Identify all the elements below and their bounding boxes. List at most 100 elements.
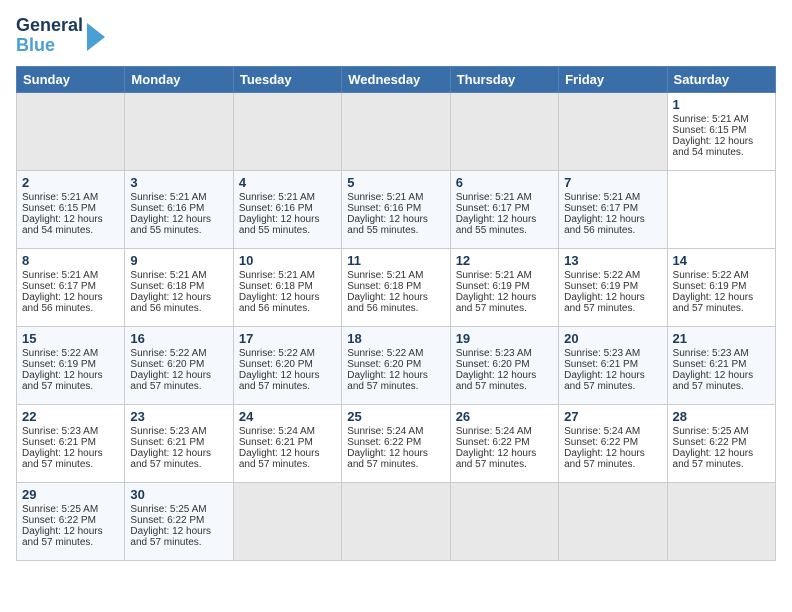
day-number: 9 — [130, 253, 227, 268]
daylight-label: Daylight: 12 hours and 55 minutes. — [239, 214, 320, 236]
day-number: 5 — [347, 175, 444, 190]
sunrise-text: Sunrise: 5:21 AM — [347, 192, 423, 203]
logo-arrow-icon — [87, 23, 105, 51]
column-header-tuesday: Tuesday — [233, 66, 341, 92]
sunrise-text: Sunrise: 5:22 AM — [347, 348, 423, 359]
day-number: 23 — [130, 409, 227, 424]
daylight-label: Daylight: 12 hours and 55 minutes. — [347, 214, 428, 236]
calendar-day-cell: 21 Sunrise: 5:23 AM Sunset: 6:21 PM Dayl… — [667, 326, 775, 404]
sunrise-text: Sunrise: 5:21 AM — [564, 192, 640, 203]
empty-cell — [450, 92, 558, 170]
sunrise-text: Sunrise: 5:21 AM — [456, 192, 532, 203]
sunrise-text: Sunrise: 5:21 AM — [22, 192, 98, 203]
daylight-label: Daylight: 12 hours and 56 minutes. — [239, 292, 320, 314]
calendar-day-cell: 18 Sunrise: 5:22 AM Sunset: 6:20 PM Dayl… — [342, 326, 450, 404]
sunset-text: Sunset: 6:16 PM — [239, 203, 313, 214]
sunset-text: Sunset: 6:20 PM — [130, 359, 204, 370]
daylight-label: Daylight: 12 hours and 57 minutes. — [22, 448, 103, 470]
daylight-label: Daylight: 12 hours and 57 minutes. — [673, 370, 754, 392]
calendar-day-cell: 13 Sunrise: 5:22 AM Sunset: 6:19 PM Dayl… — [559, 248, 667, 326]
sunrise-text: Sunrise: 5:25 AM — [22, 504, 98, 515]
daylight-label: Daylight: 12 hours and 57 minutes. — [239, 370, 320, 392]
calendar-day-cell: 16 Sunrise: 5:22 AM Sunset: 6:20 PM Dayl… — [125, 326, 233, 404]
empty-cell — [233, 92, 341, 170]
sunset-text: Sunset: 6:21 PM — [22, 437, 96, 448]
empty-cell — [559, 482, 667, 560]
daylight-label: Daylight: 12 hours and 57 minutes. — [564, 448, 645, 470]
sunrise-text: Sunrise: 5:21 AM — [456, 270, 532, 281]
column-header-saturday: Saturday — [667, 66, 775, 92]
sunset-text: Sunset: 6:19 PM — [22, 359, 96, 370]
calendar-day-cell: 23 Sunrise: 5:23 AM Sunset: 6:21 PM Dayl… — [125, 404, 233, 482]
sunset-text: Sunset: 6:16 PM — [130, 203, 204, 214]
calendar-day-cell: 22 Sunrise: 5:23 AM Sunset: 6:21 PM Dayl… — [17, 404, 125, 482]
daylight-label: Daylight: 12 hours and 57 minutes. — [456, 448, 537, 470]
daylight-label: Daylight: 12 hours and 57 minutes. — [130, 526, 211, 548]
day-number: 14 — [673, 253, 770, 268]
column-header-friday: Friday — [559, 66, 667, 92]
column-header-wednesday: Wednesday — [342, 66, 450, 92]
sunset-text: Sunset: 6:21 PM — [130, 437, 204, 448]
sunrise-text: Sunrise: 5:21 AM — [239, 270, 315, 281]
column-header-sunday: Sunday — [17, 66, 125, 92]
sunset-text: Sunset: 6:19 PM — [456, 281, 530, 292]
calendar-day-cell: 20 Sunrise: 5:23 AM Sunset: 6:21 PM Dayl… — [559, 326, 667, 404]
sunset-text: Sunset: 6:17 PM — [456, 203, 530, 214]
sunset-text: Sunset: 6:20 PM — [239, 359, 313, 370]
daylight-label: Daylight: 12 hours and 57 minutes. — [130, 370, 211, 392]
day-number: 21 — [673, 331, 770, 346]
daylight-label: Daylight: 12 hours and 54 minutes. — [22, 214, 103, 236]
column-header-thursday: Thursday — [450, 66, 558, 92]
daylight-label: Daylight: 12 hours and 57 minutes. — [456, 292, 537, 314]
sunset-text: Sunset: 6:22 PM — [22, 515, 96, 526]
calendar-day-cell: 27 Sunrise: 5:24 AM Sunset: 6:22 PM Dayl… — [559, 404, 667, 482]
day-number: 17 — [239, 331, 336, 346]
sunset-text: Sunset: 6:20 PM — [456, 359, 530, 370]
day-number: 27 — [564, 409, 661, 424]
day-number: 24 — [239, 409, 336, 424]
calendar-day-cell: 3 Sunrise: 5:21 AM Sunset: 6:16 PM Dayli… — [125, 170, 233, 248]
daylight-label: Daylight: 12 hours and 57 minutes. — [673, 292, 754, 314]
day-number: 12 — [456, 253, 553, 268]
sunrise-text: Sunrise: 5:21 AM — [673, 114, 749, 125]
sunrise-text: Sunrise: 5:23 AM — [22, 426, 98, 437]
daylight-label: Daylight: 12 hours and 56 minutes. — [130, 292, 211, 314]
empty-cell — [559, 92, 667, 170]
calendar-week-row: 2 Sunrise: 5:21 AM Sunset: 6:15 PM Dayli… — [17, 170, 776, 248]
sunrise-text: Sunrise: 5:24 AM — [347, 426, 423, 437]
sunrise-text: Sunrise: 5:21 AM — [239, 192, 315, 203]
sunset-text: Sunset: 6:18 PM — [347, 281, 421, 292]
day-number: 10 — [239, 253, 336, 268]
day-number: 18 — [347, 331, 444, 346]
sunset-text: Sunset: 6:21 PM — [239, 437, 313, 448]
daylight-label: Daylight: 12 hours and 55 minutes. — [130, 214, 211, 236]
sunrise-text: Sunrise: 5:23 AM — [564, 348, 640, 359]
calendar-day-cell: 8 Sunrise: 5:21 AM Sunset: 6:17 PM Dayli… — [17, 248, 125, 326]
day-number: 30 — [130, 487, 227, 502]
sunset-text: Sunset: 6:18 PM — [239, 281, 313, 292]
empty-cell — [125, 92, 233, 170]
sunset-text: Sunset: 6:15 PM — [22, 203, 96, 214]
day-number: 15 — [22, 331, 119, 346]
sunrise-text: Sunrise: 5:24 AM — [456, 426, 532, 437]
daylight-label: Daylight: 12 hours and 57 minutes. — [22, 370, 103, 392]
calendar-table: SundayMondayTuesdayWednesdayThursdayFrid… — [16, 66, 776, 561]
calendar-day-cell: 14 Sunrise: 5:22 AM Sunset: 6:19 PM Dayl… — [667, 248, 775, 326]
logo: GeneralBlue — [16, 16, 105, 56]
day-number: 4 — [239, 175, 336, 190]
day-number: 26 — [456, 409, 553, 424]
calendar-day-cell: 26 Sunrise: 5:24 AM Sunset: 6:22 PM Dayl… — [450, 404, 558, 482]
sunset-text: Sunset: 6:15 PM — [673, 125, 747, 136]
calendar-day-cell: 5 Sunrise: 5:21 AM Sunset: 6:16 PM Dayli… — [342, 170, 450, 248]
day-number: 13 — [564, 253, 661, 268]
sunset-text: Sunset: 6:20 PM — [347, 359, 421, 370]
calendar-day-cell: 7 Sunrise: 5:21 AM Sunset: 6:17 PM Dayli… — [559, 170, 667, 248]
day-number: 6 — [456, 175, 553, 190]
day-number: 19 — [456, 331, 553, 346]
daylight-label: Daylight: 12 hours and 55 minutes. — [456, 214, 537, 236]
calendar-week-row: 8 Sunrise: 5:21 AM Sunset: 6:17 PM Dayli… — [17, 248, 776, 326]
day-number: 11 — [347, 253, 444, 268]
day-number: 16 — [130, 331, 227, 346]
day-number: 8 — [22, 253, 119, 268]
sunset-text: Sunset: 6:21 PM — [673, 359, 747, 370]
